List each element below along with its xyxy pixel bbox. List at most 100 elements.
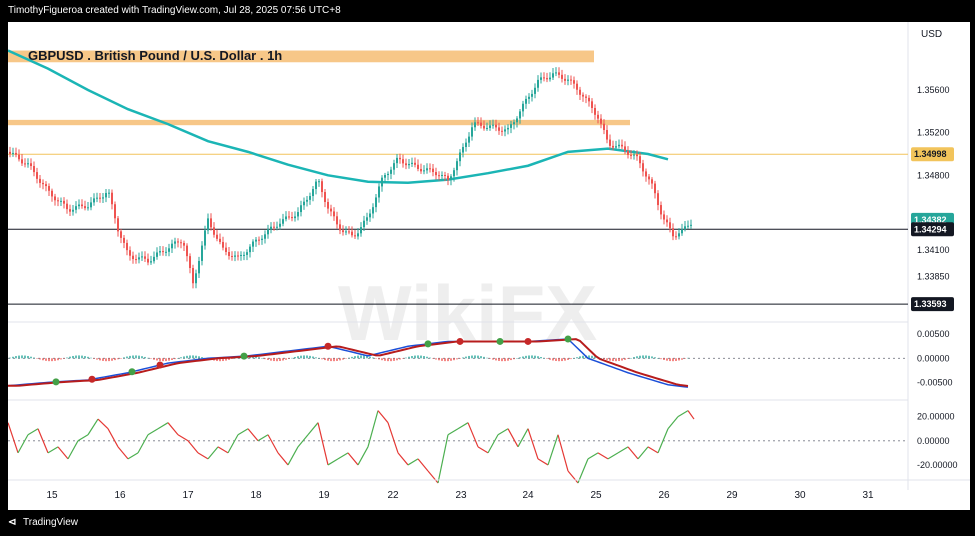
macd-histogram-bar <box>354 356 356 359</box>
macd-histogram-bar <box>558 358 560 362</box>
macd-histogram-bar <box>51 358 53 362</box>
candle-body <box>435 172 437 176</box>
candle-body <box>54 196 56 201</box>
macd-histogram-bar <box>468 355 470 359</box>
macd-histogram-bar <box>261 358 263 359</box>
macd-histogram-bar <box>432 358 434 359</box>
macd-histogram-bar <box>330 358 332 362</box>
candle-body <box>315 181 317 190</box>
candle-body <box>642 163 644 172</box>
candle-body <box>93 198 95 203</box>
candle-body <box>582 94 584 97</box>
chart-area[interactable]: WikiFX USD 1.35600 1.35200 1.34800 1.34100 1… <box>7 22 970 510</box>
oscillator-segment <box>117 446 129 460</box>
macd-histogram-bar <box>96 358 98 360</box>
macd-histogram-bar <box>144 356 146 359</box>
macd-histogram-bar <box>636 356 638 359</box>
candle-body <box>471 127 473 137</box>
candle-body <box>465 142 467 148</box>
macd-histogram-bar <box>651 356 653 359</box>
macd-histogram-bar <box>372 357 374 359</box>
macd-histogram-bar <box>282 358 284 361</box>
macd-histogram-bar <box>630 357 632 359</box>
macd-crossover-dot <box>156 361 164 369</box>
macd-histogram-bar <box>672 358 674 362</box>
candle-body <box>267 229 269 235</box>
candle-body <box>402 159 404 164</box>
oscillator-segment <box>237 428 249 436</box>
candle-body <box>330 208 332 212</box>
candle-body <box>594 107 596 115</box>
candle-body <box>72 209 74 212</box>
macd-histogram-bar <box>126 356 128 359</box>
macd-histogram-bar <box>105 358 107 362</box>
macd-histogram-bar <box>684 358 686 359</box>
price-axis-ticks: 1.35600 1.35200 1.34800 1.34100 1.33850 <box>917 85 950 282</box>
candle-body <box>369 213 371 218</box>
candle-body <box>354 235 356 237</box>
macd-histogram-bar <box>570 358 572 360</box>
chart-title: GBPUSD . British Pound / U.S. Dollar . 1… <box>28 48 283 63</box>
oscillator-segment <box>207 446 219 460</box>
candle-body <box>237 255 239 257</box>
candle-body <box>399 157 401 160</box>
macd-histogram-bar <box>660 358 662 360</box>
macd-histogram-bar <box>474 355 476 359</box>
candle-body <box>630 154 632 156</box>
candle-body <box>225 247 227 252</box>
candle-body <box>198 260 200 274</box>
candle-body <box>393 163 395 170</box>
candle-body <box>348 231 350 233</box>
macd-histogram-bar <box>48 358 50 362</box>
candle-body <box>114 204 116 219</box>
candle-body <box>18 154 20 160</box>
macd-histogram-bar <box>333 358 335 362</box>
candle-body <box>663 214 665 220</box>
time-tick-label: 16 <box>114 490 126 501</box>
macd-histogram-bar <box>384 358 386 361</box>
candle-body <box>480 122 482 126</box>
candle-body <box>333 211 335 217</box>
candle-body <box>291 216 293 219</box>
time-tick-label: 23 <box>455 490 467 501</box>
candle-body <box>444 174 446 176</box>
candle-body <box>147 258 149 263</box>
macd-histogram-bar <box>150 358 152 359</box>
macd-histogram-bar <box>141 356 143 359</box>
macd-histogram-bar <box>264 358 266 360</box>
time-axis-ticks: 15 16 17 18 19 22 23 24 25 26 29 30 31 <box>46 490 874 501</box>
oscillator-segment <box>527 428 539 460</box>
candle-body <box>570 79 572 81</box>
candle-body <box>441 174 443 176</box>
macd-tick-label: 0.00500 <box>917 329 950 339</box>
time-tick-label: 24 <box>522 490 534 501</box>
candle-body <box>264 234 266 239</box>
macd-histogram-bar <box>669 358 671 362</box>
oscillator-segment <box>507 428 519 448</box>
candle-body <box>609 139 611 146</box>
macd-histogram-bar <box>513 358 515 360</box>
oscillator-segment <box>47 446 59 454</box>
macd-histogram-bar <box>393 358 395 361</box>
candle-body <box>606 130 608 140</box>
candle-body <box>351 231 353 236</box>
candle-body <box>324 192 326 202</box>
macd-histogram-bar <box>471 355 473 359</box>
candle-body <box>363 220 365 228</box>
candle-body <box>303 201 305 206</box>
candle-body <box>636 154 638 157</box>
candle-body <box>675 236 677 238</box>
candle-body <box>45 184 47 187</box>
macd-histogram-bar <box>417 355 419 359</box>
candle-body <box>144 256 146 259</box>
oscillator-segment <box>97 418 109 430</box>
macd-histogram-bar <box>138 355 140 359</box>
chart-svg[interactable]: WikiFX USD 1.356001.352001.348001.341001… <box>7 22 970 510</box>
candle-body <box>414 162 416 165</box>
candle-body <box>678 233 680 237</box>
candle-body <box>285 216 287 220</box>
oscillator-segment <box>107 428 119 448</box>
oscillator-segment <box>497 428 509 436</box>
oscillator-tick-label: 20.00000 <box>917 412 955 422</box>
candle-body <box>126 242 128 251</box>
